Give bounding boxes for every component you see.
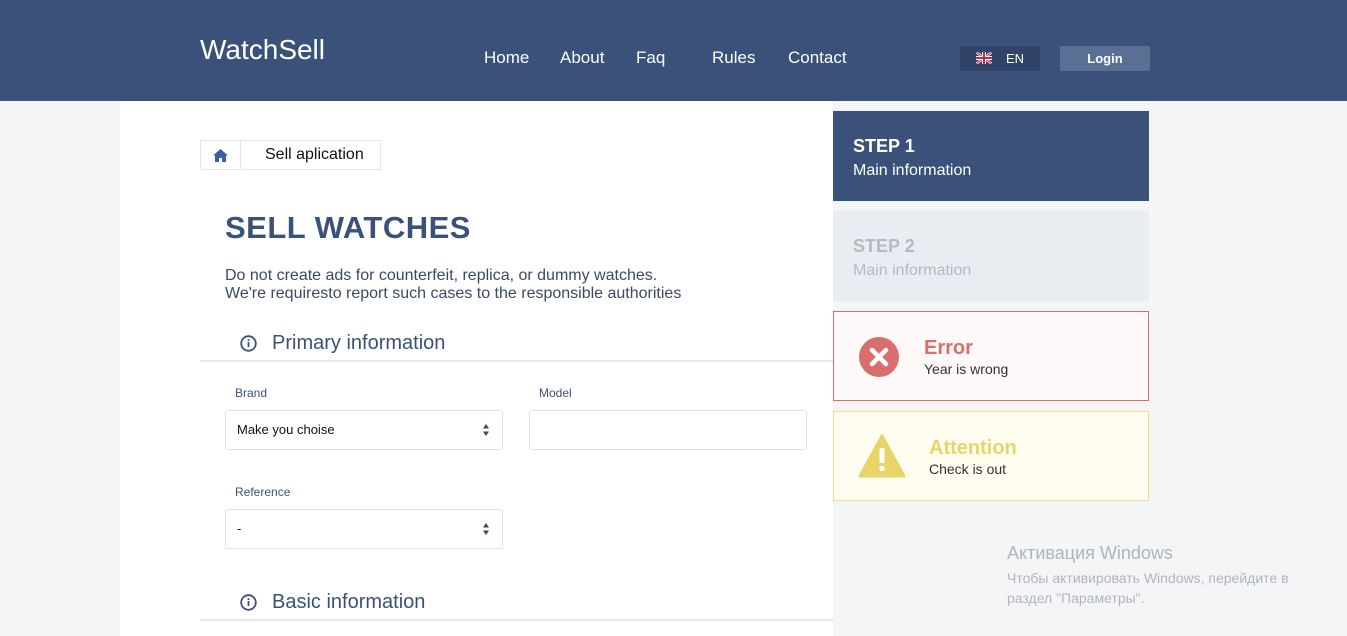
select-arrows-icon (483, 523, 489, 535)
windows-activation-watermark: Активация Windows Чтобы активировать Win… (1007, 543, 1327, 608)
info-icon (240, 335, 257, 352)
section-title-primary: Primary information (272, 332, 446, 354)
brand-label: Brand (235, 386, 268, 400)
warning-alert: Attention Check is out (833, 411, 1149, 501)
home-icon (213, 148, 228, 162)
section-basic: Basic information (200, 591, 833, 621)
section-title-basic: Basic information (272, 591, 426, 613)
step-2-title: STEP 2 (853, 236, 915, 256)
watermark-text: Чтобы активировать Windows, перейдите в … (1007, 568, 1327, 608)
warning-title: Attention (929, 437, 1017, 459)
nav-faq[interactable]: Faq (636, 48, 665, 68)
description-line-2: We're requiresto report such cases to th… (225, 285, 682, 302)
brand-select-value: Make you choise (237, 422, 335, 437)
header-bar: WatchSell Home About Faq Rules Contact E… (0, 0, 1347, 101)
reference-select[interactable]: - (225, 509, 503, 549)
select-arrows-icon (483, 424, 489, 436)
brand-select[interactable]: Make you choise (225, 410, 503, 450)
reference-select-value: - (237, 521, 242, 536)
error-text: Year is wrong (924, 361, 1009, 377)
step-2-subtitle: Main information (853, 262, 972, 279)
model-input[interactable] (529, 410, 807, 450)
main-content (120, 101, 833, 636)
page-description: Do not create ads for counterfeit, repli… (225, 267, 681, 303)
nav-home[interactable]: Home (484, 48, 529, 68)
language-label: EN (1006, 51, 1025, 66)
description-line-1: Do not create ads for counterfeit, repli… (225, 267, 658, 284)
error-title: Error (924, 337, 973, 359)
breadcrumb-current: Sell aplication (265, 146, 364, 163)
section-primary: Primary information (200, 332, 833, 362)
warning-triangle-icon (858, 434, 906, 478)
model-label: Model (539, 386, 572, 400)
nav-rules[interactable]: Rules (712, 48, 755, 68)
step-1-panel[interactable]: STEP 1 Main information (833, 111, 1149, 201)
uk-flag-icon (976, 52, 992, 64)
watermark-line-2: Чтобы активировать Windows, перейдите в (1007, 570, 1289, 586)
step-1-title: STEP 1 (853, 136, 915, 156)
breadcrumb: Sell aplication (200, 140, 381, 170)
breadcrumb-home[interactable] (201, 141, 241, 169)
step-1-subtitle: Main information (853, 162, 972, 179)
watermark-title: Активация Windows (1007, 543, 1173, 563)
warning-text: Check is out (929, 461, 1007, 477)
step-2-panel[interactable]: STEP 2 Main information (833, 211, 1149, 301)
site-logo[interactable]: WatchSell (200, 34, 325, 66)
login-button[interactable]: Login (1060, 46, 1150, 71)
page-title: SELL WATCHES (225, 210, 471, 245)
nav-contact[interactable]: Contact (788, 48, 847, 68)
error-x-icon (859, 337, 899, 377)
info-icon (240, 594, 257, 611)
watermark-line-3: раздел "Параметры". (1007, 590, 1145, 606)
nav-about[interactable]: About (560, 48, 604, 68)
error-alert: Error Year is wrong (833, 311, 1149, 401)
reference-label: Reference (235, 485, 291, 499)
language-selector[interactable]: EN (960, 46, 1040, 71)
